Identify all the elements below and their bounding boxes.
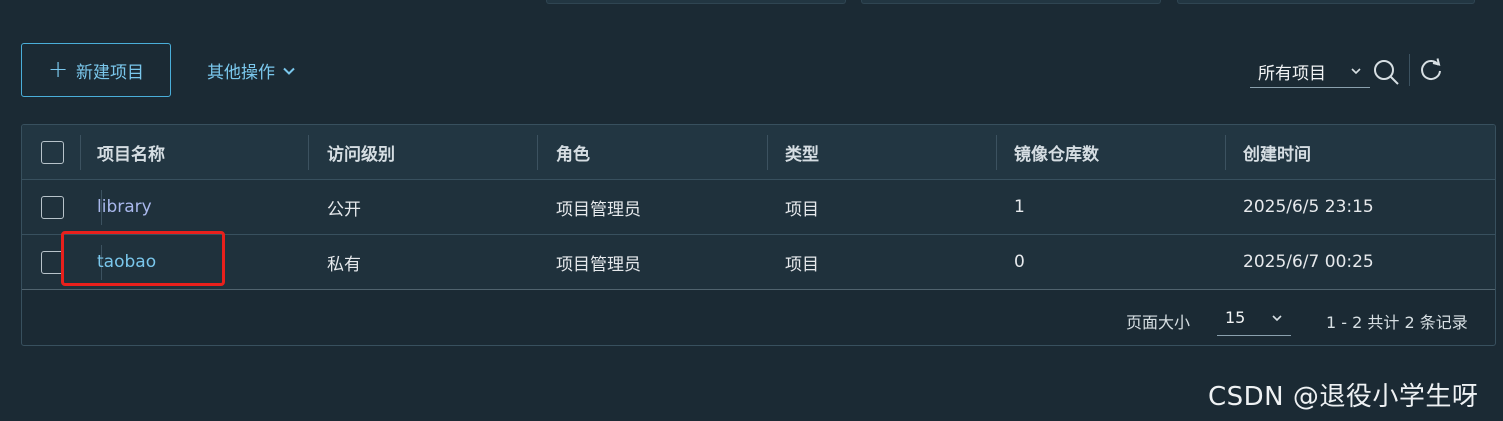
chevron-down-icon: [1272, 314, 1282, 321]
page-size-select[interactable]: 15: [1217, 300, 1291, 336]
role: 项目管理员: [556, 199, 641, 220]
projects-table: 项目名称 访问级别 角色 类型 镜像仓库数 创建时间 library 公开 项目…: [21, 124, 1496, 346]
table-row: taobao 私有 项目管理员 项目 0 2025/6/7 00:25: [22, 235, 1495, 290]
column-separator: [537, 135, 538, 170]
repo-count: 1: [1014, 197, 1025, 217]
table-header: 项目名称 访问级别 角色 类型 镜像仓库数 创建时间: [22, 125, 1495, 180]
repo-count: 0: [1014, 252, 1025, 272]
created-time: 2025/6/5 23:15: [1243, 197, 1374, 217]
top-card-stub-1: [546, 0, 846, 4]
row-checkbox[interactable]: [41, 196, 64, 219]
chevron-down-icon: [283, 67, 295, 75]
select-all-checkbox[interactable]: [41, 141, 64, 164]
search-icon[interactable]: [1372, 58, 1400, 86]
new-project-button[interactable]: + 新建项目: [21, 43, 171, 97]
project-name-link[interactable]: taobao: [97, 235, 156, 289]
pagination-range: 1 - 2 共计 2 条记录: [1326, 313, 1468, 332]
column-header-access[interactable]: 访问级别: [327, 125, 395, 179]
column-header-type[interactable]: 类型: [785, 125, 819, 179]
table-footer: 页面大小 15 1 - 2 共计 2 条记录: [22, 290, 1495, 345]
other-actions-dropdown[interactable]: 其他操作: [207, 58, 297, 83]
type: 项目: [785, 254, 819, 275]
table-row: library 公开 项目管理员 项目 1 2025/6/5 23:15: [22, 180, 1495, 235]
toolbar-divider: [1409, 54, 1410, 86]
column-separator: [996, 135, 997, 170]
column-header-role[interactable]: 角色: [556, 125, 590, 179]
type: 项目: [785, 199, 819, 220]
created-time: 2025/6/7 00:25: [1243, 252, 1374, 272]
project-name-link[interactable]: library: [97, 180, 152, 234]
top-card-stub-2: [861, 0, 1161, 4]
column-header-created[interactable]: 创建时间: [1243, 125, 1311, 179]
column-separator: [80, 135, 81, 170]
column-header-name[interactable]: 项目名称: [97, 125, 165, 179]
project-filter-select[interactable]: 所有项目: [1250, 55, 1370, 88]
access-level: 公开: [327, 199, 361, 220]
page-size-label: 页面大小: [1126, 313, 1191, 332]
refresh-icon[interactable]: [1418, 57, 1444, 83]
chevron-down-icon: [1351, 68, 1361, 75]
access-level: 私有: [327, 254, 361, 275]
column-separator: [767, 135, 768, 170]
column-separator: [308, 135, 309, 170]
top-card-stub-3: [1177, 0, 1475, 4]
column-separator: [1225, 135, 1226, 170]
column-header-repo-count[interactable]: 镜像仓库数: [1014, 125, 1099, 179]
other-actions-label: 其他操作: [207, 63, 275, 83]
page-size-value: 15: [1225, 308, 1246, 327]
plus-icon: +: [47, 55, 69, 83]
row-checkbox[interactable]: [41, 251, 64, 274]
role: 项目管理员: [556, 254, 641, 275]
new-project-label: 新建项目: [76, 62, 145, 83]
project-filter-value: 所有项目: [1258, 63, 1326, 84]
watermark: CSDN @退役小学生呀: [1208, 382, 1479, 412]
